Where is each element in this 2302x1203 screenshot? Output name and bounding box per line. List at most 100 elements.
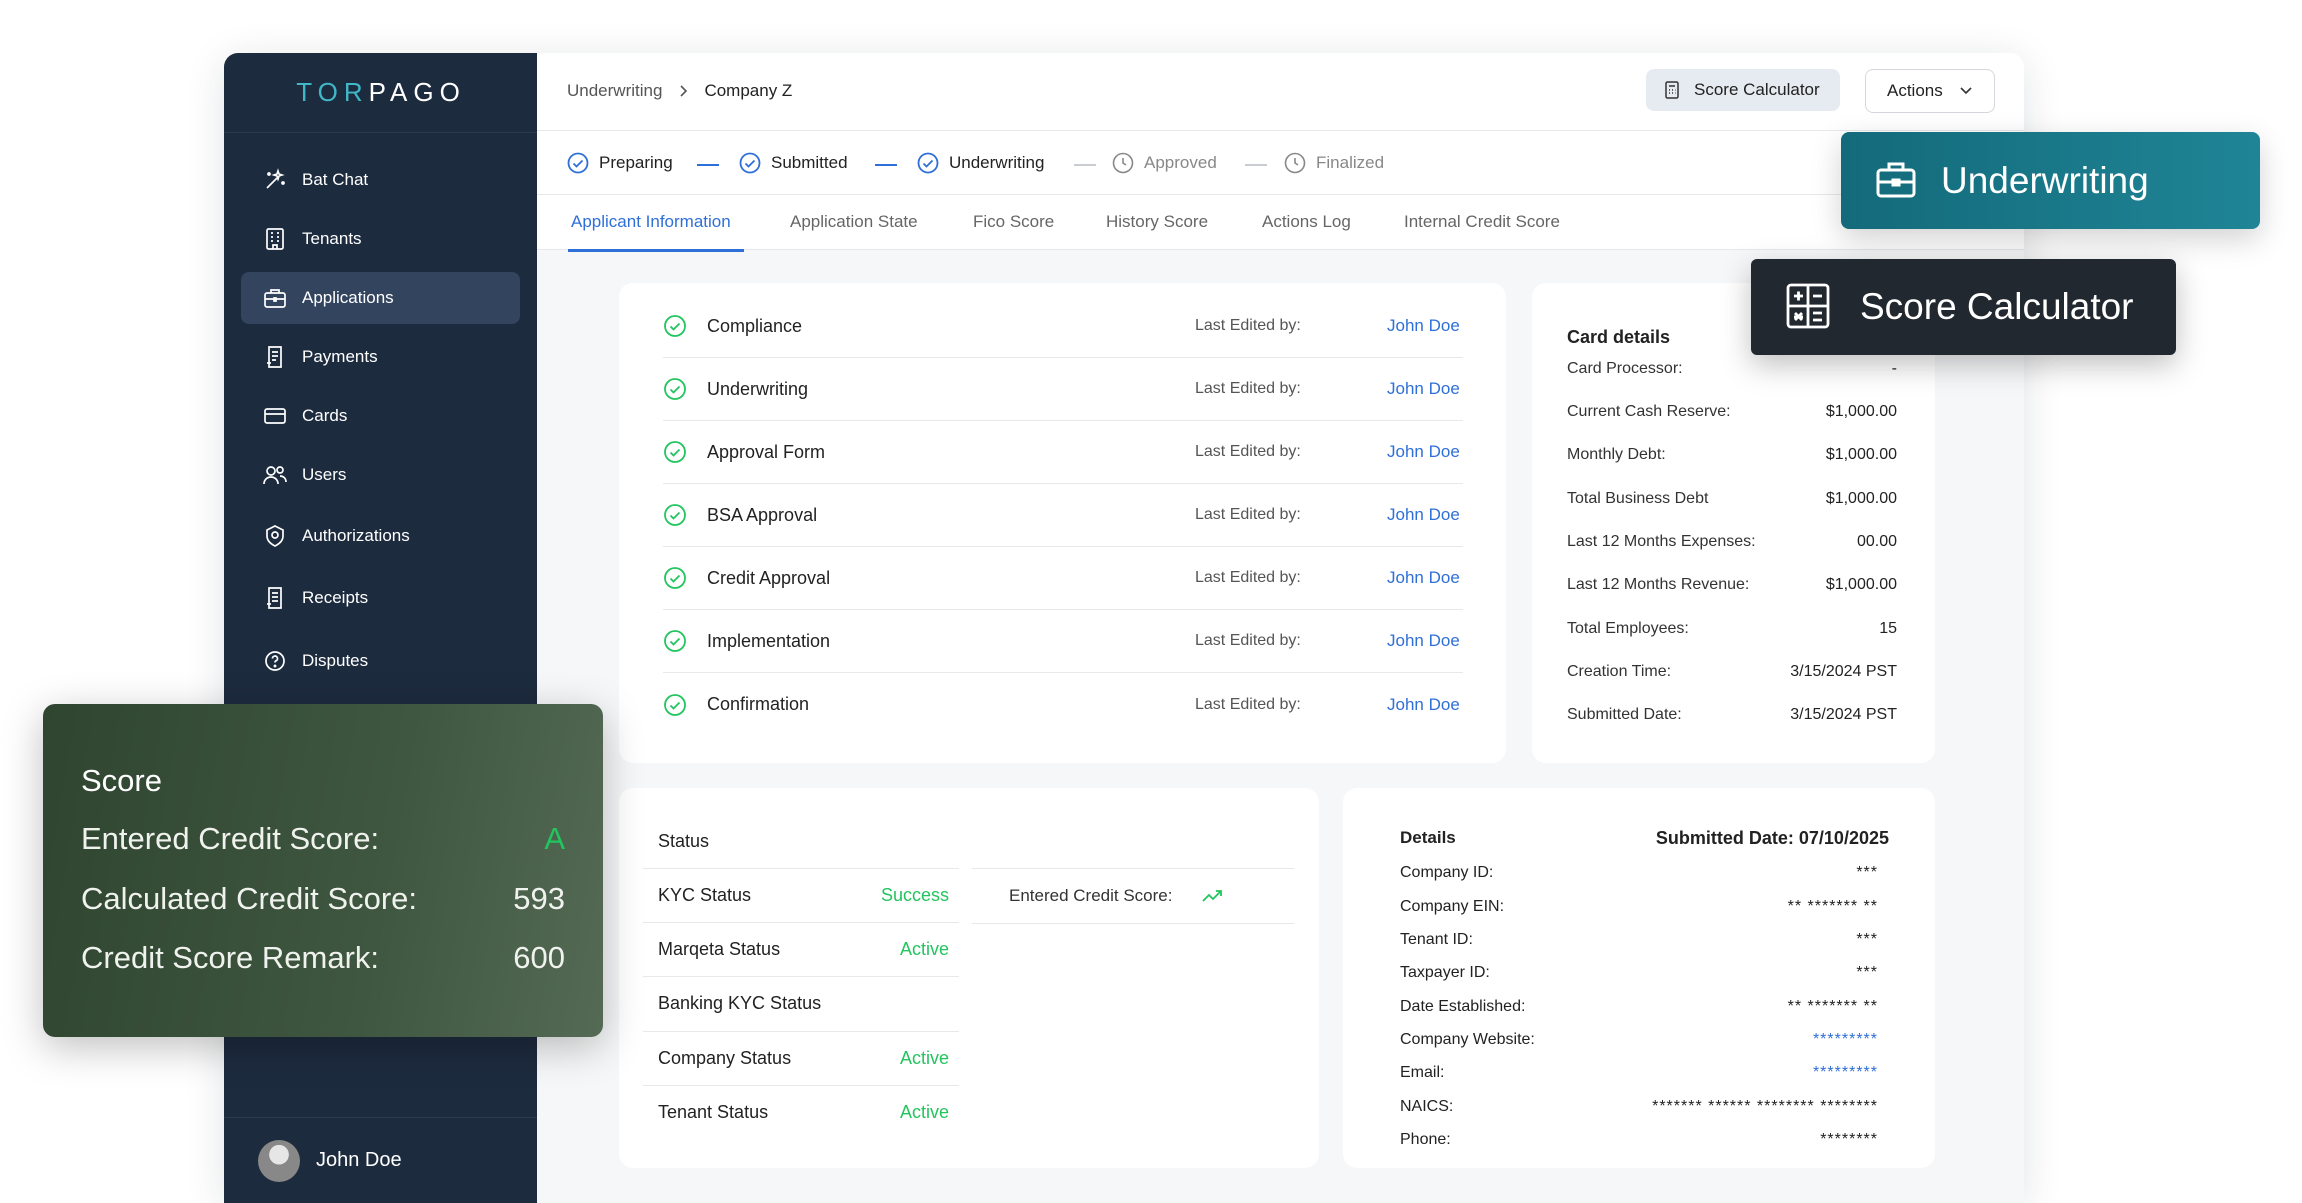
top-bar: Underwriting Company Z Score Calculator … bbox=[537, 53, 2024, 131]
task-name: Underwriting bbox=[707, 378, 809, 399]
question-circle-icon bbox=[262, 648, 288, 674]
step-label: Finalized bbox=[1316, 153, 1385, 172]
breadcrumb-company: Company Z bbox=[704, 81, 793, 100]
status-label: Tenant Status bbox=[658, 1102, 769, 1122]
score-panel-title: Score bbox=[81, 763, 162, 798]
underwriting-badge[interactable]: Underwriting bbox=[1841, 132, 2260, 229]
editor-link[interactable]: John Doe bbox=[1387, 505, 1460, 525]
tab-actions-log[interactable]: Actions Log bbox=[1262, 212, 1351, 232]
detail-value: 15 bbox=[1879, 620, 1897, 637]
detail-label: Last 12 Months Revenue: bbox=[1567, 576, 1750, 593]
card-detail-row: Card Processor: - bbox=[1567, 360, 1897, 378]
card-details-title: Card details bbox=[1567, 327, 1671, 347]
step-preparing: Preparing bbox=[567, 152, 673, 174]
briefcase-icon bbox=[262, 285, 288, 311]
card-detail-row: Last 12 Months Revenue: $1,000.00 bbox=[1567, 576, 1897, 594]
editor-link[interactable]: John Doe bbox=[1387, 568, 1460, 588]
tab-internal-credit-score[interactable]: Internal Credit Score bbox=[1404, 212, 1560, 232]
detail-label: Company ID: bbox=[1400, 864, 1494, 881]
detail-value: *** bbox=[1856, 964, 1878, 981]
sidebar-item-label: Tenants bbox=[302, 229, 362, 248]
detail-value: *** bbox=[1856, 864, 1878, 881]
entered-credit-score-label: Entered Credit Score: bbox=[1009, 886, 1173, 905]
sidebar-item-receipts[interactable]: Receipts bbox=[241, 572, 520, 624]
editor-link[interactable]: John Doe bbox=[1387, 631, 1460, 651]
status-row: Company Status Active bbox=[643, 1031, 959, 1085]
details-row: Company Website: ********* bbox=[1400, 1031, 1878, 1049]
status-title: Status bbox=[658, 831, 710, 851]
website-link[interactable]: ********* bbox=[1813, 1031, 1878, 1049]
task-row[interactable]: Compliance Last Edited by: John Doe bbox=[663, 295, 1463, 358]
score-calculator-badge[interactable]: Score Calculator bbox=[1751, 259, 2176, 355]
sidebar-item-disputes[interactable]: Disputes bbox=[241, 635, 520, 687]
sparkle-wand-icon bbox=[262, 167, 288, 193]
status-row: KYC Status Success bbox=[643, 868, 959, 922]
task-row[interactable]: Credit Approval Last Edited by: John Doe bbox=[663, 547, 1463, 610]
chevron-right-icon bbox=[680, 85, 688, 97]
detail-label: Monthly Debt: bbox=[1567, 446, 1666, 463]
tab-application-state[interactable]: Application State bbox=[790, 212, 918, 232]
tab-fico-score[interactable]: Fico Score bbox=[973, 212, 1054, 232]
status-value: Active bbox=[899, 1102, 949, 1122]
user-profile[interactable]: John Doe bbox=[224, 1117, 537, 1203]
tab-history-score[interactable]: History Score bbox=[1106, 212, 1208, 232]
sidebar-item-users[interactable]: Users bbox=[241, 449, 520, 501]
active-tab-indicator bbox=[568, 249, 744, 252]
detail-label: Tenant ID: bbox=[1400, 931, 1473, 948]
sidebar-item-tenants[interactable]: Tenants bbox=[241, 213, 520, 265]
detail-label: Card Processor: bbox=[1567, 360, 1683, 377]
step-connector bbox=[875, 164, 897, 166]
detail-label: Company EIN: bbox=[1400, 898, 1505, 915]
task-row[interactable]: Underwriting Last Edited by: John Doe bbox=[663, 358, 1463, 421]
breadcrumb-underwriting[interactable]: Underwriting bbox=[567, 81, 662, 101]
last-edited-label: Last Edited by: bbox=[1195, 569, 1301, 586]
status-label: Company Status bbox=[658, 1048, 792, 1068]
score-label: Entered Credit Score: bbox=[81, 821, 380, 856]
sidebar-item-authorizations[interactable]: Authorizations bbox=[241, 510, 520, 562]
editor-link[interactable]: John Doe bbox=[1387, 442, 1460, 462]
score-calculator-button[interactable]: Score Calculator bbox=[1646, 69, 1840, 111]
task-row[interactable]: Implementation Last Edited by: John Doe bbox=[663, 610, 1463, 673]
editor-link[interactable]: John Doe bbox=[1387, 379, 1460, 399]
sidebar-item-payments[interactable]: Payments bbox=[241, 331, 520, 383]
sidebar-item-label: Payments bbox=[302, 347, 378, 366]
editor-link[interactable]: John Doe bbox=[1387, 695, 1460, 715]
detail-value: $1,000.00 bbox=[1825, 490, 1897, 507]
logo-icon: TORPAGO bbox=[296, 77, 460, 107]
document-icon bbox=[262, 585, 288, 611]
email-link[interactable]: ********* bbox=[1813, 1064, 1878, 1082]
tab-applicant-information[interactable]: Applicant Information bbox=[571, 212, 731, 232]
task-row[interactable]: BSA Approval Last Edited by: John Doe bbox=[663, 484, 1463, 547]
status-value: Active bbox=[899, 939, 949, 959]
detail-value: $1,000.00 bbox=[1825, 576, 1897, 593]
score-value: A bbox=[544, 821, 565, 856]
task-row[interactable]: Confirmation Last Edited by: John Doe bbox=[663, 673, 1463, 736]
task-name: Implementation bbox=[707, 630, 831, 651]
company-details-card: Details Submitted Date: 07/10/2025 Compa… bbox=[1343, 788, 1935, 1168]
shield-check-icon bbox=[262, 523, 288, 549]
task-name: Approval Form bbox=[707, 441, 826, 462]
underwriting-badge-label: Underwriting bbox=[1941, 159, 2149, 201]
brand-logo[interactable]: TORPAGO bbox=[224, 53, 537, 133]
step-underwriting: Underwriting bbox=[917, 152, 1044, 174]
sidebar-item-cards[interactable]: Cards bbox=[241, 390, 520, 442]
detail-value: $1,000.00 bbox=[1825, 446, 1897, 463]
step-label: Underwriting bbox=[949, 153, 1045, 172]
task-row[interactable]: Approval Form Last Edited by: John Doe bbox=[663, 421, 1463, 484]
details-row: Email: ********* bbox=[1400, 1064, 1878, 1082]
detail-value: ** ******* ** bbox=[1787, 898, 1878, 915]
card-detail-row: Total Employees: 15 bbox=[1567, 620, 1897, 638]
status-value: Active bbox=[899, 1048, 949, 1068]
step-connector bbox=[697, 164, 719, 166]
step-label: Approved bbox=[1144, 153, 1217, 172]
editor-link[interactable]: John Doe bbox=[1387, 316, 1460, 336]
last-edited-label: Last Edited by: bbox=[1195, 506, 1301, 523]
sidebar-item-bat-chat[interactable]: Bat Chat bbox=[241, 154, 520, 206]
task-name: BSA Approval bbox=[707, 504, 818, 525]
sidebar-item-applications[interactable]: Applications bbox=[241, 272, 520, 324]
detail-label: Company Website: bbox=[1400, 1031, 1535, 1048]
sidebar-item-label: Applications bbox=[302, 288, 394, 307]
detail-label: Email: bbox=[1400, 1064, 1445, 1081]
actions-dropdown[interactable]: Actions bbox=[1865, 69, 1995, 113]
last-edited-label: Last Edited by: bbox=[1195, 443, 1301, 460]
